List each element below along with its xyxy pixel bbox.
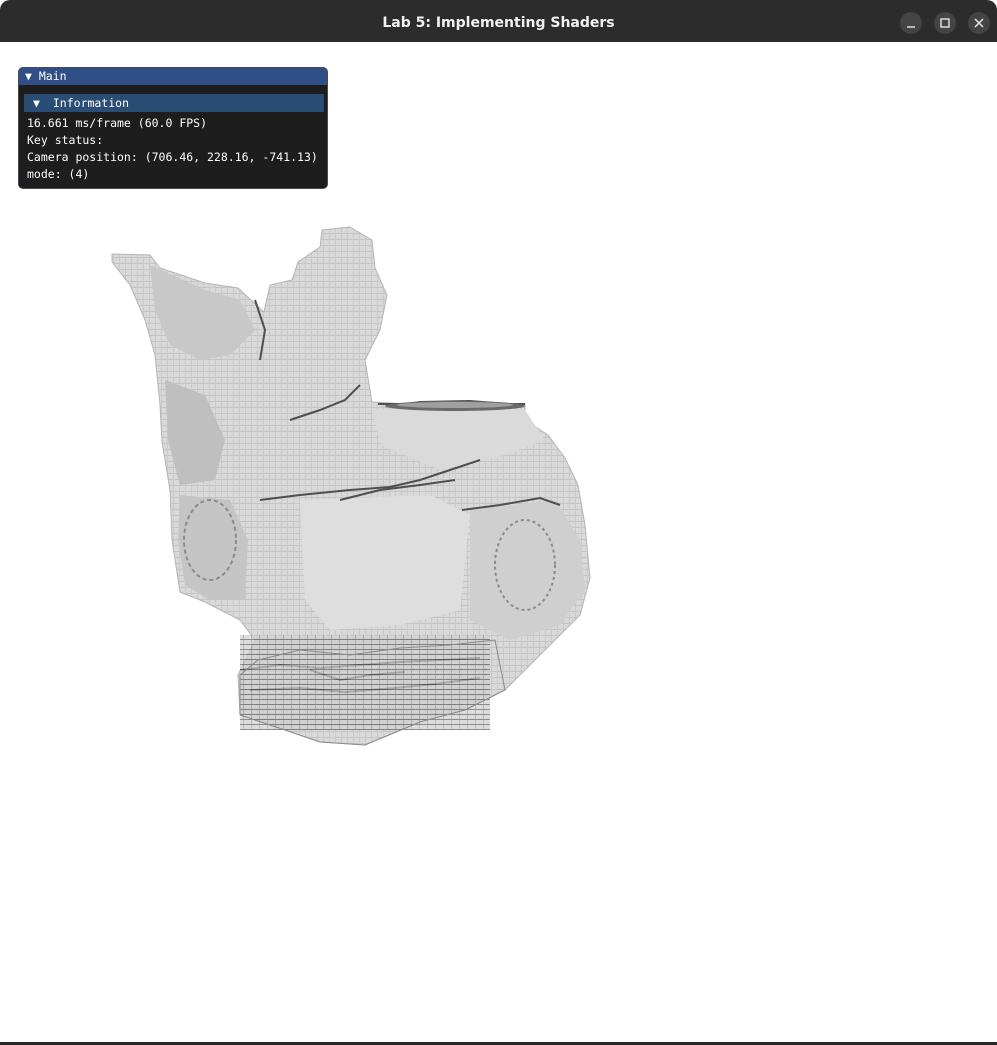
key-status-text: Key status: [27, 133, 104, 147]
imgui-main-panel[interactable]: ▼ Main ▼ Information 16.661 ms/frame (60… [18, 67, 328, 189]
frametime-text: 16.661 ms/frame (60.0 FPS) [27, 116, 208, 130]
information-section-title: Information [52, 96, 130, 110]
camera-position-text: Camera position: (706.46, 228.16, -741.1… [27, 150, 318, 164]
mode-text: mode: (4) [27, 167, 90, 181]
information-section-header[interactable]: ▼ Information [24, 94, 324, 112]
section-arrow-icon[interactable]: ▼ [33, 96, 40, 110]
collapse-arrow-icon[interactable]: ▼ [25, 69, 32, 83]
model-belly-shade [300, 495, 470, 630]
main-panel-title: Main [38, 69, 67, 83]
main-panel-header[interactable]: ▼ Main [19, 68, 327, 85]
model-feet-texture [240, 635, 490, 730]
